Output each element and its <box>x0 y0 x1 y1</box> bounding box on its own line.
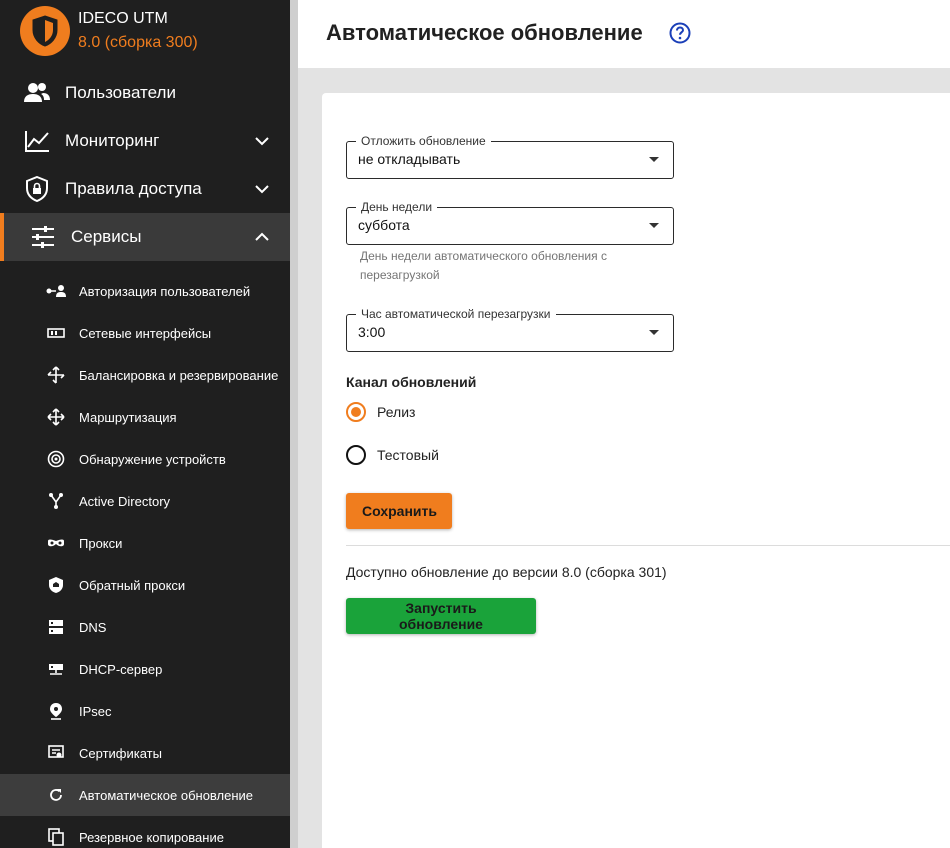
weekday-select[interactable]: День недели суббота <box>346 199 674 245</box>
nav-item-users[interactable]: Пользователи <box>0 69 290 117</box>
reboot-hour-select[interactable]: Час автоматической перезагрузки 3:00 <box>346 306 674 352</box>
shield-logo-icon <box>20 6 70 56</box>
sidebar-item-routing[interactable]: Маршрутизация <box>0 396 290 438</box>
help-icon[interactable] <box>669 22 691 44</box>
sidebar-item-label: Балансировка и резервирование <box>79 367 279 383</box>
brand: IDECO UTM 8.0 (сборка 300) <box>20 6 198 56</box>
run-update-button[interactable]: Запустить обновление <box>346 598 536 634</box>
radio-label: Релиз <box>377 404 416 420</box>
brand-name: IDECO UTM <box>78 10 168 27</box>
sidebar-item-auto-update[interactable]: Автоматическое обновление <box>0 774 290 816</box>
sidebar-item-label: Прокси <box>79 535 123 551</box>
sidebar-item-network-interfaces[interactable]: Сетевые интерфейсы <box>0 312 290 354</box>
nav-label: Пользователи <box>65 83 176 102</box>
chevron-up-icon <box>255 232 269 241</box>
copy-icon <box>46 827 66 847</box>
sliders-icon <box>28 222 58 252</box>
dns-server-icon <box>46 617 66 637</box>
nav-label: Правила доступа <box>65 179 202 198</box>
chevron-down-icon <box>255 137 269 146</box>
sidebar: IDECO UTM 8.0 (сборка 300) Пользователи … <box>0 0 290 848</box>
sidebar-item-dns[interactable]: DNS <box>0 606 290 648</box>
dhcp-network-icon <box>46 659 66 679</box>
sidebar-item-label: DNS <box>79 619 107 635</box>
weekday-hint: День недели автоматического обновления с… <box>360 249 607 282</box>
sidebar-item-label: IPsec <box>79 703 112 719</box>
sidebar-item-label: Маршрутизация <box>79 409 177 425</box>
sidebar-item-balancing[interactable]: Балансировка и резервирование <box>0 354 290 396</box>
routing-arrows-icon <box>46 407 66 427</box>
sidebar-item-label: Обратный прокси <box>79 577 186 593</box>
dropdown-arrow-icon <box>649 157 659 162</box>
radio-checked-icon <box>346 402 366 422</box>
page-header: Автоматическое обновление <box>298 0 950 68</box>
sidebar-item-proxy[interactable]: Прокси <box>0 522 290 564</box>
location-pin-icon <box>46 701 66 721</box>
refresh-icon <box>46 785 66 805</box>
channel-title: Канал обновлений <box>346 374 477 390</box>
settings-card: Отложить обновление не откладывать День … <box>322 93 950 848</box>
sidebar-item-label: DHCP-сервер <box>79 661 163 677</box>
field-label: Час автоматической перезагрузки <box>356 306 556 322</box>
sidebar-item-label: Авторизация пользователей <box>79 283 251 299</box>
nav-label: Сервисы <box>71 227 142 246</box>
page-title: Автоматическое обновление <box>326 20 643 45</box>
section-divider <box>346 545 950 546</box>
sidebar-item-backup[interactable]: Резервное копирование <box>0 816 290 848</box>
chart-line-icon <box>22 126 52 156</box>
key-user-icon <box>46 281 66 301</box>
certificate-icon <box>46 743 66 763</box>
save-button[interactable]: Сохранить <box>346 493 452 529</box>
sidebar-divider <box>290 0 298 848</box>
channel-radio-testing[interactable]: Тестовый <box>346 445 439 465</box>
dropdown-arrow-icon <box>649 330 659 335</box>
balance-arrows-icon <box>46 365 66 385</box>
users-icon <box>22 78 52 108</box>
chevron-down-icon <box>255 185 269 194</box>
nav-label: Мониторинг <box>65 131 160 150</box>
nav-item-monitoring[interactable]: Мониторинг <box>0 117 290 165</box>
sidebar-item-label: Автоматическое обновление <box>79 787 254 803</box>
radio-unchecked-icon <box>346 445 366 465</box>
field-value: суббота <box>358 217 410 233</box>
sidebar-item-user-auth[interactable]: Авторизация пользователей <box>0 270 290 312</box>
sidebar-item-label: Резервное копирование <box>79 829 224 845</box>
channel-radio-release[interactable]: Релиз <box>346 402 415 422</box>
directory-tree-icon <box>46 491 66 511</box>
mask-icon <box>46 533 66 553</box>
field-label: День недели <box>356 199 438 215</box>
dropdown-arrow-icon <box>649 223 659 228</box>
field-label: Отложить обновление <box>356 133 491 149</box>
nav-item-access-rules[interactable]: Правила доступа <box>0 165 290 213</box>
shield-lock-icon <box>22 174 52 204</box>
sidebar-item-label: Сертификаты <box>79 745 162 761</box>
shield-home-icon <box>46 575 66 595</box>
sidebar-item-label: Active Directory <box>79 493 171 509</box>
sidebar-item-ipsec[interactable]: IPsec <box>0 690 290 732</box>
sidebar-item-device-discovery[interactable]: Обнаружение устройств <box>0 438 290 480</box>
nav-item-services[interactable]: Сервисы <box>0 213 290 261</box>
sidebar-item-certificates[interactable]: Сертификаты <box>0 732 290 774</box>
field-value: не откладывать <box>358 151 461 167</box>
sidebar-item-label: Обнаружение устройств <box>79 451 226 467</box>
update-available-text: Доступно обновление до версии 8.0 (сборк… <box>346 564 667 580</box>
brand-version: 8.0 (сборка 300) <box>78 34 198 51</box>
sidebar-item-reverse-proxy[interactable]: Обратный прокси <box>0 564 290 606</box>
radio-label: Тестовый <box>377 447 439 463</box>
radar-icon <box>46 449 66 469</box>
field-value: 3:00 <box>358 324 386 340</box>
network-card-icon <box>46 323 66 343</box>
sidebar-item-active-directory[interactable]: Active Directory <box>0 480 290 522</box>
postpone-select[interactable]: Отложить обновление не откладывать <box>346 133 674 179</box>
sidebar-item-dhcp[interactable]: DHCP-сервер <box>0 648 290 690</box>
sidebar-item-label: Сетевые интерфейсы <box>79 325 212 341</box>
